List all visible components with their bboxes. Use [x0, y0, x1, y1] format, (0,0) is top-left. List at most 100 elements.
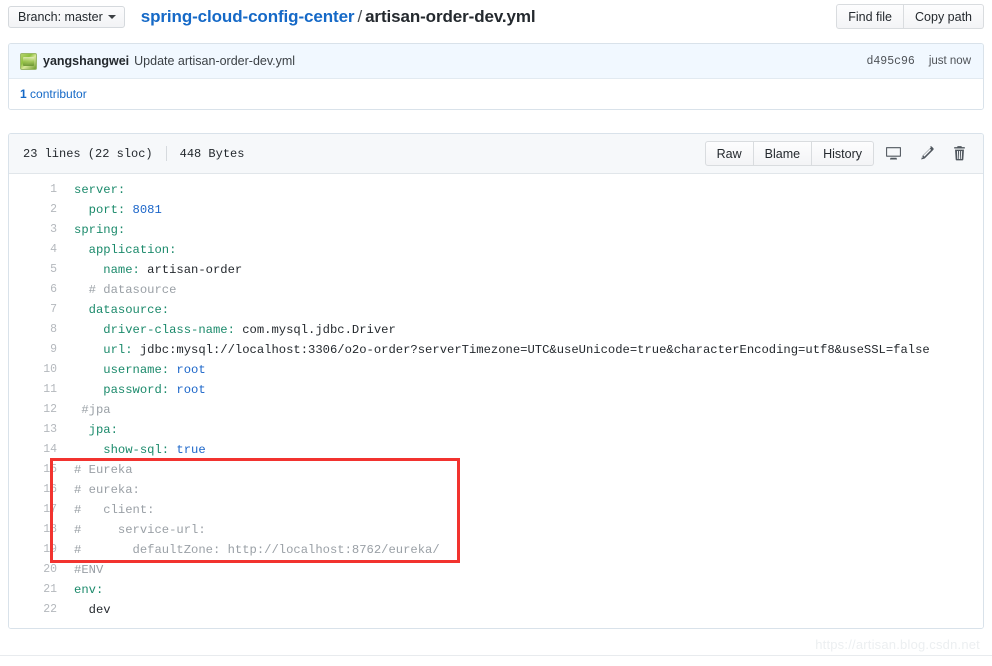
code-token: true: [176, 443, 206, 457]
line-content: datasource:: [57, 300, 169, 320]
trash-icon[interactable]: [945, 142, 973, 166]
commit-message[interactable]: Update artisan-order-dev.yml: [134, 54, 295, 68]
line-number[interactable]: 21: [9, 580, 57, 600]
code-token: 8081: [132, 203, 162, 217]
line-number[interactable]: 3: [9, 220, 57, 240]
branch-selector-button[interactable]: Branch: master: [8, 5, 125, 28]
file-size: 448 Bytes: [179, 146, 245, 161]
code-line: 10 username: root: [9, 360, 983, 380]
desktop-icon[interactable]: [879, 142, 907, 166]
code-line: 16 # eureka:: [9, 480, 983, 500]
line-number[interactable]: 8: [9, 320, 57, 340]
code-token: server:: [74, 183, 126, 197]
latest-commit-box: yangshangwei Update artisan-order-dev.ym…: [8, 43, 984, 110]
line-number[interactable]: 19: [9, 540, 57, 560]
line-number[interactable]: 1: [9, 180, 57, 200]
line-number[interactable]: 5: [9, 260, 57, 280]
code-token: driver-class-name:: [74, 323, 243, 337]
commit-row: yangshangwei Update artisan-order-dev.ym…: [9, 44, 983, 79]
code-line: 9 url: jdbc:mysql://localhost:3306/o2o-o…: [9, 340, 983, 360]
toolbar-actions: Find file Copy path: [836, 4, 984, 29]
copy-path-button[interactable]: Copy path: [904, 4, 984, 29]
line-number[interactable]: 6: [9, 280, 57, 300]
breadcrumb: spring-cloud-config-center / artisan-order…: [141, 7, 536, 27]
line-content: dev: [57, 600, 111, 620]
code-line: 5 name: artisan-order: [9, 260, 983, 280]
branch-selector-label: Branch: master: [18, 9, 103, 24]
code-line: 13 jpa:: [9, 420, 983, 440]
line-number[interactable]: 7: [9, 300, 57, 320]
code-line: 21 env:: [9, 580, 983, 600]
line-content: name: artisan-order: [57, 260, 242, 280]
code-line: 22 dev: [9, 600, 983, 620]
line-number[interactable]: 10: [9, 360, 57, 380]
file-header-toolbar: 23 lines (22 sloc) 448 Bytes Raw Blame H…: [9, 134, 983, 174]
contributors-link[interactable]: 1 contributor: [20, 87, 87, 101]
line-content: # service-url:: [57, 520, 206, 540]
line-number[interactable]: 9: [9, 340, 57, 360]
code-token: root: [176, 383, 206, 397]
contributors-row: 1 contributor: [9, 79, 983, 109]
line-number[interactable]: 22: [9, 600, 57, 620]
contributors-label: contributor: [30, 87, 87, 101]
file-actions: Raw Blame History: [704, 141, 973, 166]
line-number[interactable]: 12: [9, 400, 57, 420]
code-token: # datasource: [74, 283, 177, 297]
commit-author-link[interactable]: yangshangwei: [43, 54, 129, 68]
code-line: 18 # service-url:: [9, 520, 983, 540]
line-number[interactable]: 20: [9, 560, 57, 580]
code-token: com.mysql.jdbc.Driver: [242, 323, 396, 337]
code-line: 6 # datasource: [9, 280, 983, 300]
line-content: password: root: [57, 380, 206, 400]
code-line: 19 # defaultZone: http://localhost:8762/e…: [9, 540, 983, 560]
watermark: https://artisan.blog.csdn.net: [815, 637, 980, 652]
code-token: datasource:: [74, 303, 170, 317]
line-number[interactable]: 13: [9, 420, 57, 440]
repo-path-toolbar: Branch: master spring-cloud-config-cente…: [0, 0, 992, 33]
history-button[interactable]: History: [812, 141, 874, 166]
code-line: 20 #ENV: [9, 560, 983, 580]
code-token: # eureka:: [74, 483, 140, 497]
code-token: application:: [74, 243, 177, 257]
line-content: username: root: [57, 360, 206, 380]
code-token: spring:: [74, 223, 126, 237]
avatar: [20, 52, 37, 70]
commit-sha[interactable]: d495c96: [867, 55, 915, 68]
line-number[interactable]: 16: [9, 480, 57, 500]
line-number[interactable]: 15: [9, 460, 57, 480]
code-line: 17 # client:: [9, 500, 983, 520]
line-content: # Eureka: [57, 460, 133, 480]
github-file-view-page: Branch: master spring-cloud-config-cente…: [0, 0, 992, 666]
code-line: 1 server:: [9, 180, 983, 200]
breadcrumb-repo-link[interactable]: spring-cloud-config-center: [141, 7, 355, 26]
find-file-button[interactable]: Find file: [836, 4, 905, 29]
line-content: # client:: [57, 500, 154, 520]
file-viewer-box: 23 lines (22 sloc) 448 Bytes Raw Blame H…: [8, 133, 984, 629]
line-number[interactable]: 4: [9, 240, 57, 260]
line-content: url: jdbc:mysql://localhost:3306/o2o-ord…: [57, 340, 929, 360]
blame-button[interactable]: Blame: [753, 141, 813, 166]
code-token: artisan-order: [147, 263, 243, 277]
line-number[interactable]: 11: [9, 380, 57, 400]
line-content: driver-class-name: com.mysql.jdbc.Driver: [57, 320, 396, 340]
code-line: 4 application:: [9, 240, 983, 260]
line-number[interactable]: 14: [9, 440, 57, 460]
code-line: 11 password: root: [9, 380, 983, 400]
code-token: password:: [74, 383, 177, 397]
line-content: #jpa: [57, 400, 110, 420]
code-token: # Eureka: [74, 463, 133, 477]
code-token: # defaultZone: http://localhost:8762/eur…: [74, 543, 440, 557]
raw-button[interactable]: Raw: [704, 141, 754, 166]
breadcrumb-file-name: artisan-order-dev.yml: [365, 6, 536, 26]
pencil-icon[interactable]: [912, 142, 940, 166]
code-token: jpa:: [74, 423, 118, 437]
code-line: 8 driver-class-name: com.mysql.jdbc.Driv…: [9, 320, 983, 340]
line-number[interactable]: 18: [9, 520, 57, 540]
line-content: show-sql: true: [57, 440, 206, 460]
code-token: username:: [74, 363, 177, 377]
chevron-down-icon: [107, 15, 116, 19]
line-number[interactable]: 17: [9, 500, 57, 520]
line-content: port: 8081: [57, 200, 162, 220]
line-number[interactable]: 2: [9, 200, 57, 220]
code-token: root: [176, 363, 206, 377]
